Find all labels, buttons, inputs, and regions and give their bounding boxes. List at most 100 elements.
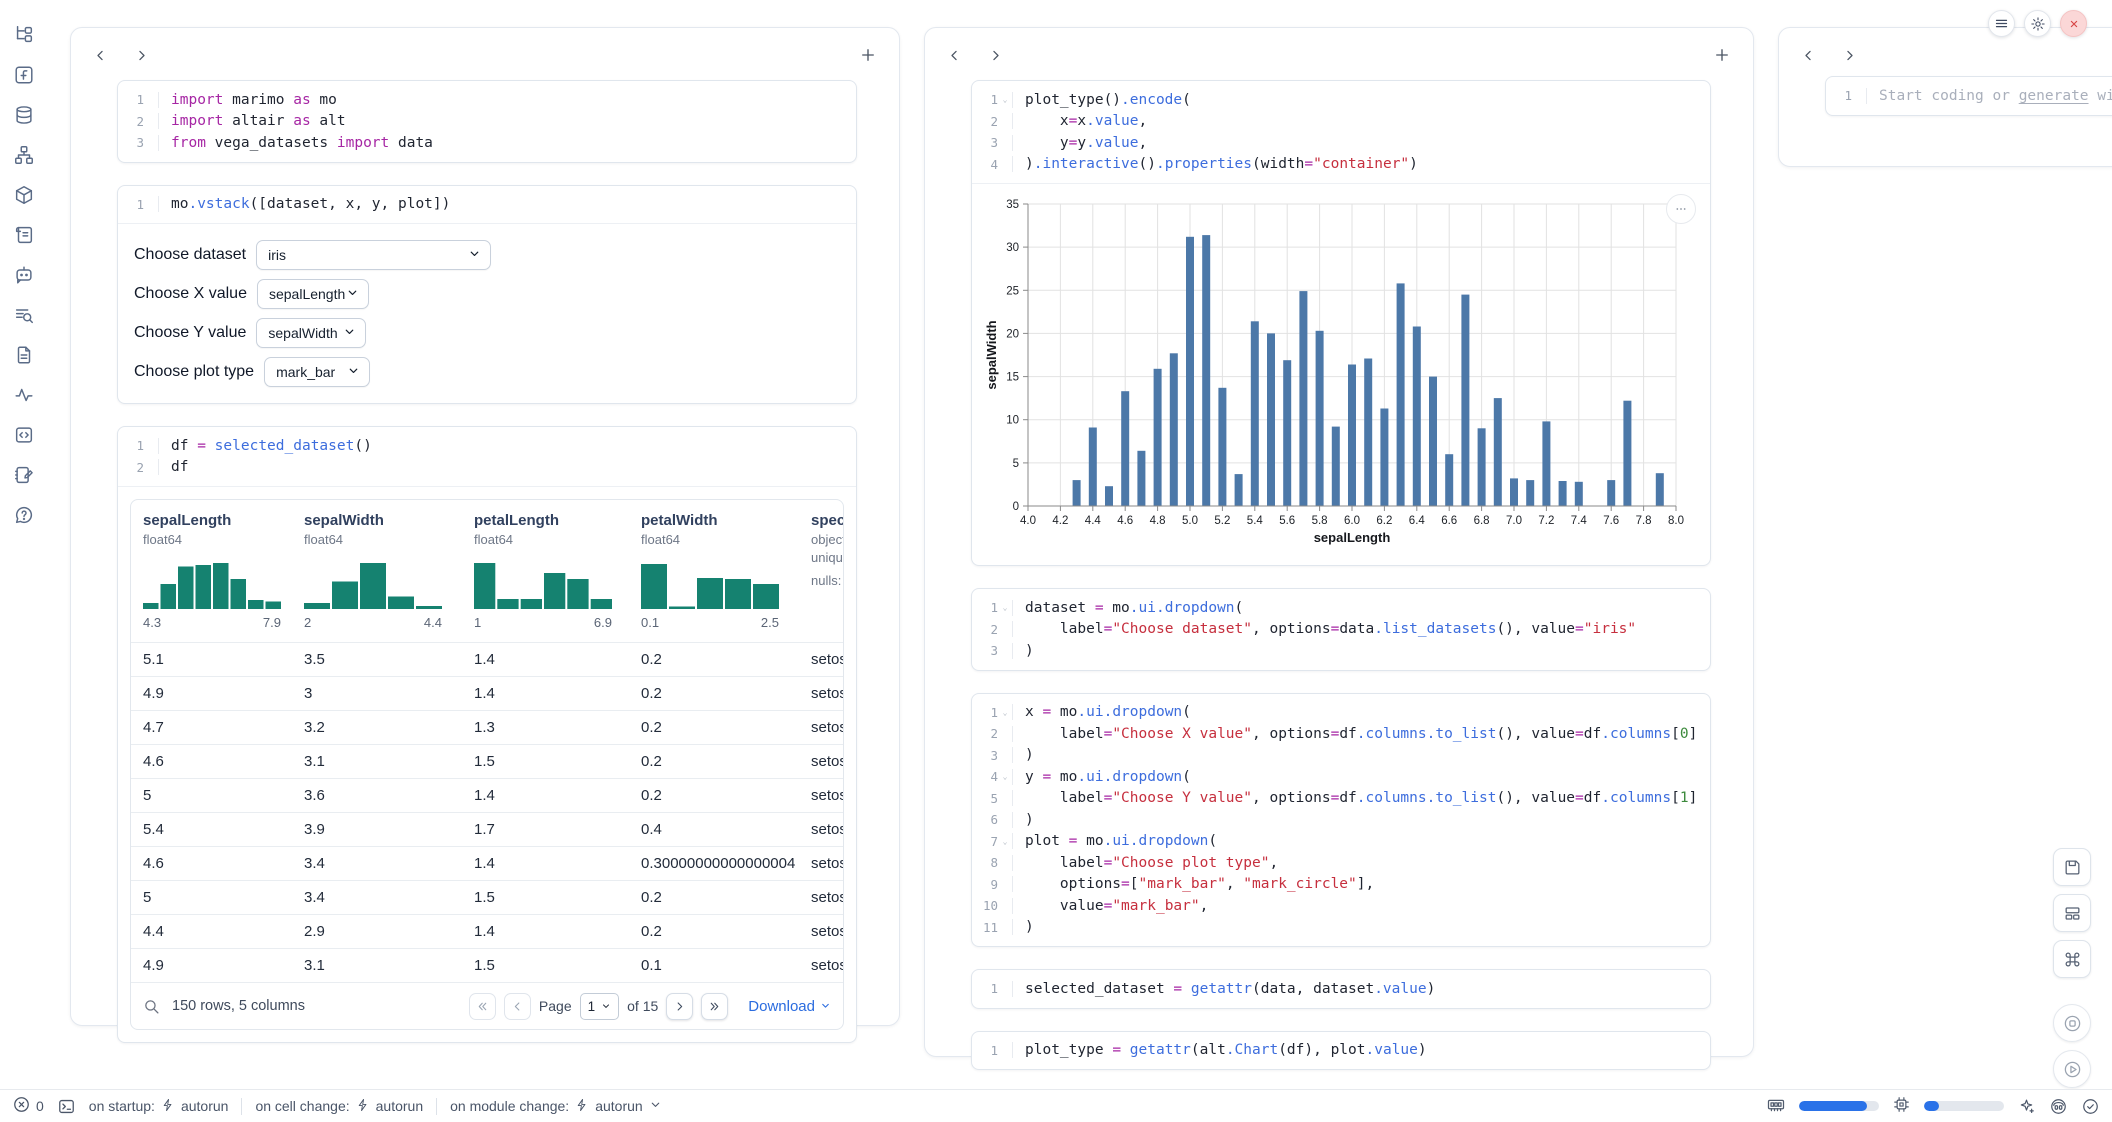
table-row: 4.73.21.30.2setosa xyxy=(131,710,843,744)
control-row: Choose Y valuesepalWidth xyxy=(134,317,840,348)
table-row: 4.93.11.50.1setosa xyxy=(131,948,843,982)
run-button[interactable] xyxy=(2053,1050,2091,1088)
code-editor[interactable]: 1import marimo as mo2import altair as al… xyxy=(118,81,856,162)
column-prev-button[interactable] xyxy=(1801,48,1816,63)
snippets-icon[interactable] xyxy=(11,422,37,448)
command-palette-button[interactable] xyxy=(2053,940,2091,978)
connection-status-button[interactable] xyxy=(2081,1097,2100,1116)
code-editor[interactable]: 1selected_dataset = getattr(data, datase… xyxy=(972,970,1710,1008)
run-mode-on-cell-change[interactable]: on cell change: autorun xyxy=(255,1098,423,1115)
svg-text:7.4: 7.4 xyxy=(1571,515,1588,527)
svg-text:6.2: 6.2 xyxy=(1376,515,1392,527)
column-prev-button[interactable] xyxy=(93,48,108,63)
column-next-button[interactable] xyxy=(134,48,149,63)
x-value-select[interactable]: sepalLength xyxy=(257,279,369,309)
code-cell-plot: 1⌄plot_type().encode(2 x=x.value,3 y=y.v… xyxy=(971,80,1711,566)
terminal-button[interactable] xyxy=(57,1097,76,1116)
svg-text:5.8: 5.8 xyxy=(1312,515,1328,527)
file-tree-icon[interactable] xyxy=(11,22,37,48)
table-cell: setosa xyxy=(799,719,843,736)
chart-output: 4.04.24.44.64.85.05.25.45.65.86.06.26.46… xyxy=(972,183,1710,565)
table-cell: 5 xyxy=(131,787,292,804)
column-next-button[interactable] xyxy=(988,48,1003,63)
close-button[interactable] xyxy=(2060,10,2087,37)
svg-text:8.0: 8.0 xyxy=(1668,515,1684,527)
search-icon[interactable] xyxy=(143,998,160,1015)
notebook-column-2: 1⌄plot_type().encode(2 x=x.value,3 y=y.v… xyxy=(924,27,1754,1057)
add-cell-button[interactable] xyxy=(1713,46,1731,64)
activity-icon[interactable] xyxy=(11,382,37,408)
column-next-button[interactable] xyxy=(1842,48,1857,63)
code-cell-xy-plot-dropdowns: 1⌄x = mo.ui.dropdown(2 label="Choose X v… xyxy=(971,693,1711,948)
table-cell: 1.5 xyxy=(462,957,629,974)
table-header-cell[interactable]: sepalWidthfloat6424.4 xyxy=(292,500,462,642)
stop-button[interactable] xyxy=(2053,1004,2091,1042)
code-line: 2 label="Choose X value", options=df.col… xyxy=(972,723,1710,745)
last-page-button[interactable] xyxy=(701,993,728,1020)
code-editor[interactable]: 1⌄plot_type().encode(2 x=x.value,3 y=y.v… xyxy=(972,81,1710,183)
layout-button[interactable] xyxy=(2053,894,2091,932)
column-prev-button[interactable] xyxy=(947,48,962,63)
document-icon[interactable] xyxy=(11,342,37,368)
dependency-graph-icon[interactable] xyxy=(11,142,37,168)
scratchpad-icon[interactable] xyxy=(11,462,37,488)
code-editor[interactable]: 1⌄x = mo.ui.dropdown(2 label="Choose X v… xyxy=(972,694,1710,947)
bar-chart[interactable]: 4.04.24.44.64.85.05.25.45.65.86.06.26.46… xyxy=(984,198,1684,550)
ai-sparkles-button[interactable] xyxy=(2017,1097,2036,1116)
code-line: 9 options=["mark_bar", "mark_circle"], xyxy=(972,874,1710,896)
settings-gear-button[interactable] xyxy=(2024,10,2051,37)
column-histogram xyxy=(641,558,779,610)
database-icon[interactable] xyxy=(11,102,37,128)
table-row: 4.42.91.40.2setosa xyxy=(131,914,843,948)
table-header-cell[interactable]: petalLengthfloat6416.9 xyxy=(462,500,629,642)
table-cell: 1.4 xyxy=(462,787,629,804)
plot-type-select[interactable]: mark_bar xyxy=(264,357,370,387)
generate-link[interactable]: generate xyxy=(2019,88,2089,104)
code-editor[interactable]: 1df = selected_dataset()2df xyxy=(118,427,856,486)
download-button[interactable]: Download xyxy=(748,998,831,1015)
function-square-icon[interactable] xyxy=(11,62,37,88)
copilot-button[interactable] xyxy=(2049,1097,2068,1116)
first-page-button[interactable] xyxy=(469,993,496,1020)
menu-button[interactable] xyxy=(1988,10,2015,37)
plot-type-label: Choose plot type xyxy=(134,363,254,381)
error-count-button[interactable]: 0 xyxy=(12,1095,44,1117)
code-editor[interactable]: 1plot_type = getattr(alt.Chart(df), plot… xyxy=(972,1032,1710,1070)
memory-usage-bar[interactable] xyxy=(1799,1101,1879,1111)
line-number: 1 xyxy=(1826,88,1852,103)
run-mode-on-module-change[interactable]: on module change: autorun xyxy=(450,1098,662,1115)
chevron-down-icon xyxy=(343,325,356,341)
chatbot-icon[interactable] xyxy=(11,262,37,288)
table-header-cell[interactable]: petalWidthfloat640.12.5 xyxy=(629,500,799,642)
cpu-usage-bar[interactable] xyxy=(1924,1101,2004,1111)
table-cell: 1.4 xyxy=(462,855,629,872)
package-icon[interactable] xyxy=(11,182,37,208)
scroll-icon[interactable] xyxy=(11,222,37,248)
zap-icon xyxy=(356,1098,370,1115)
svg-text:7.0: 7.0 xyxy=(1506,515,1522,527)
code-cell-selected-dataset: 1selected_dataset = getattr(data, datase… xyxy=(971,969,1711,1009)
table-cell: 3.5 xyxy=(292,651,462,668)
add-cell-button[interactable] xyxy=(859,46,877,64)
next-page-button[interactable] xyxy=(666,993,693,1020)
y-value-select[interactable]: sepalWidth xyxy=(256,318,366,348)
log-search-icon[interactable] xyxy=(11,302,37,328)
table-header-cell[interactable]: speciesobjectunique:nulls: xyxy=(799,500,843,642)
dataset-select[interactable]: iris xyxy=(256,240,491,270)
table-row: 53.41.50.2setosa xyxy=(131,880,843,914)
code-editor[interactable]: 1mo.vstack([dataset, x, y, plot]) xyxy=(118,186,856,224)
help-icon[interactable] xyxy=(11,502,37,528)
chart-menu-button[interactable] xyxy=(1666,194,1696,224)
table-cell: 4.4 xyxy=(131,923,292,940)
vstack-output: Choose datasetirisChoose X valuesepalLen… xyxy=(118,223,856,403)
memory-icon xyxy=(1766,1095,1786,1118)
save-button[interactable] xyxy=(2053,848,2091,886)
table-header-cell[interactable]: sepalLengthfloat644.37.9 xyxy=(131,500,292,642)
code-placeholder-input[interactable]: Start coding or generate with xyxy=(1866,88,2112,104)
run-mode-on-startup[interactable]: on startup: autorun xyxy=(89,1098,229,1115)
table-cell: 1.5 xyxy=(462,889,629,906)
table-cell: 5.1 xyxy=(131,651,292,668)
prev-page-button[interactable] xyxy=(504,993,531,1020)
code-editor[interactable]: 1⌄dataset = mo.ui.dropdown(2 label="Choo… xyxy=(972,589,1710,670)
page-select[interactable]: 1 xyxy=(580,993,620,1020)
